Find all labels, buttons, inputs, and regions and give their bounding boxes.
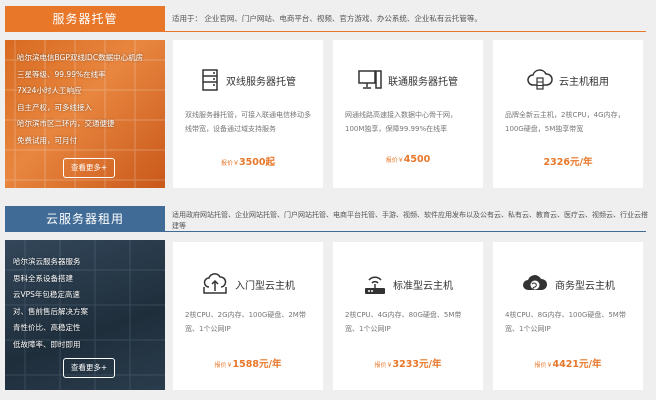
promo-line: 对、售前售后解决方案	[13, 306, 88, 316]
card-title: 入门型云主机	[235, 280, 295, 292]
promo-line: 免费试用，可月付	[17, 135, 77, 145]
view-more-button[interactable]: 查看更多+	[63, 358, 115, 378]
card-price: 报价￥4421元/年	[534, 359, 602, 370]
promo-line: 自主产权，可多线接入	[17, 102, 92, 112]
tab-cloud-server-rental[interactable]: 云服务器租用	[5, 206, 165, 232]
hosting-promo-panel: 哈尔滨电信BGP双线IDC数据中心机房 三星等级、99.99%在线率 7X24小…	[5, 40, 165, 188]
promo-line: 7X24小时人工响应	[17, 86, 82, 95]
router-icon	[363, 273, 387, 295]
cloud-globe-icon	[521, 273, 549, 295]
promo-line: 青性价比、高稳定性	[13, 323, 81, 332]
cloud-server-icon	[527, 69, 553, 91]
card-price: 报价￥3500起	[221, 157, 275, 168]
card-description: 品牌全新云主机，2核CPU，4G内存，100G硬盘，5M独享带宽	[505, 111, 625, 133]
hosting-card[interactable]: 双线服务器托管 双线服务器托管，可接入联通电信移动多线带宽，设备通过域支持服务 …	[173, 40, 323, 188]
card-title: 云主机租用	[559, 76, 609, 88]
card-description: 双线服务器托管，可接入联通电信移动多线带宽，设备通过域支持服务	[185, 111, 311, 133]
card-description: 2核CPU、4G内存、80G硬盘、5M带宽、1个公网IP	[345, 311, 462, 333]
cloud-upload-icon	[201, 273, 229, 295]
card-title: 标准型云主机	[393, 280, 453, 292]
card-description: 网通线路高速接入数据中心骨干网，100M独享，保障99.99%在线率	[345, 111, 457, 133]
promo-line: 哈尔滨电信BGP双线IDC数据中心机房	[17, 53, 144, 62]
card-price: 2326元/年	[543, 157, 593, 168]
header-divider	[165, 31, 646, 32]
card-description: 2核CPU、2G内存、100G硬盘、2M带宽、1个公网IP	[185, 311, 306, 333]
promo-line: 低故障率、即时即用	[13, 339, 81, 349]
card-price: 报价￥4500	[385, 154, 431, 165]
hosting-applies-text: 适用于： 企业官网、门户网站、电商平台、视频、官方游戏、办公系统、企业私有云托管…	[172, 14, 482, 23]
hosting-card[interactable]: 联通服务器托管 网通线路高速接入数据中心骨干网，100M独享，保障99.99%在…	[333, 40, 483, 188]
card-price: 报价￥3233元/年	[374, 359, 442, 370]
card-title: 联通服务器托管	[388, 76, 458, 88]
promo-line: 三星等级、99.99%在线率	[17, 69, 106, 79]
cloud-card[interactable]: 入门型云主机 2核CPU、2G内存、100G硬盘、2M带宽、1个公网IP 报价￥…	[173, 242, 323, 390]
cloud-promo-panel: 哈尔滨云服务器服务 思科全系设备搭建 云VPS年包稳定高速 对、售前售后解决方案…	[5, 240, 165, 390]
view-more-button[interactable]: 查看更多+	[63, 158, 115, 178]
cloud-card[interactable]: 商务型云主机 4核CPU、8G内存、100G硬盘、5M带宽、1个公网IP 报价￥…	[493, 242, 643, 390]
cloud-applies-text: 适用政府网站托管、企业网站托管、门户网站托管、电商平台托管、手游、视频、软件应用…	[172, 211, 648, 230]
server-rack-icon	[200, 69, 220, 91]
card-title: 双线服务器托管	[226, 76, 296, 88]
promo-line: 云VPS年包稳定高速	[13, 290, 80, 299]
promo-line: 思科全系设备搭建	[13, 273, 73, 283]
card-title: 商务型云主机	[555, 280, 615, 292]
tab-server-hosting[interactable]: 服务器托管	[5, 6, 165, 32]
desktop-computer-icon	[358, 69, 382, 91]
card-description: 4核CPU、8G内存、100G硬盘、5M带宽、1个公网IP	[505, 311, 626, 333]
promo-line: 哈尔滨市区二环内，交通便捷	[17, 119, 115, 128]
card-price: 报价￥1588元/年	[214, 359, 282, 370]
hosting-card[interactable]: 云主机租用 品牌全新云主机，2核CPU，4G内存，100G硬盘，5M独享带宽 2…	[493, 40, 643, 188]
promo-line: 哈尔滨云服务器服务	[13, 257, 81, 266]
cloud-card[interactable]: 标准型云主机 2核CPU、4G内存、80G硬盘、5M带宽、1个公网IP 报价￥3…	[333, 242, 483, 390]
